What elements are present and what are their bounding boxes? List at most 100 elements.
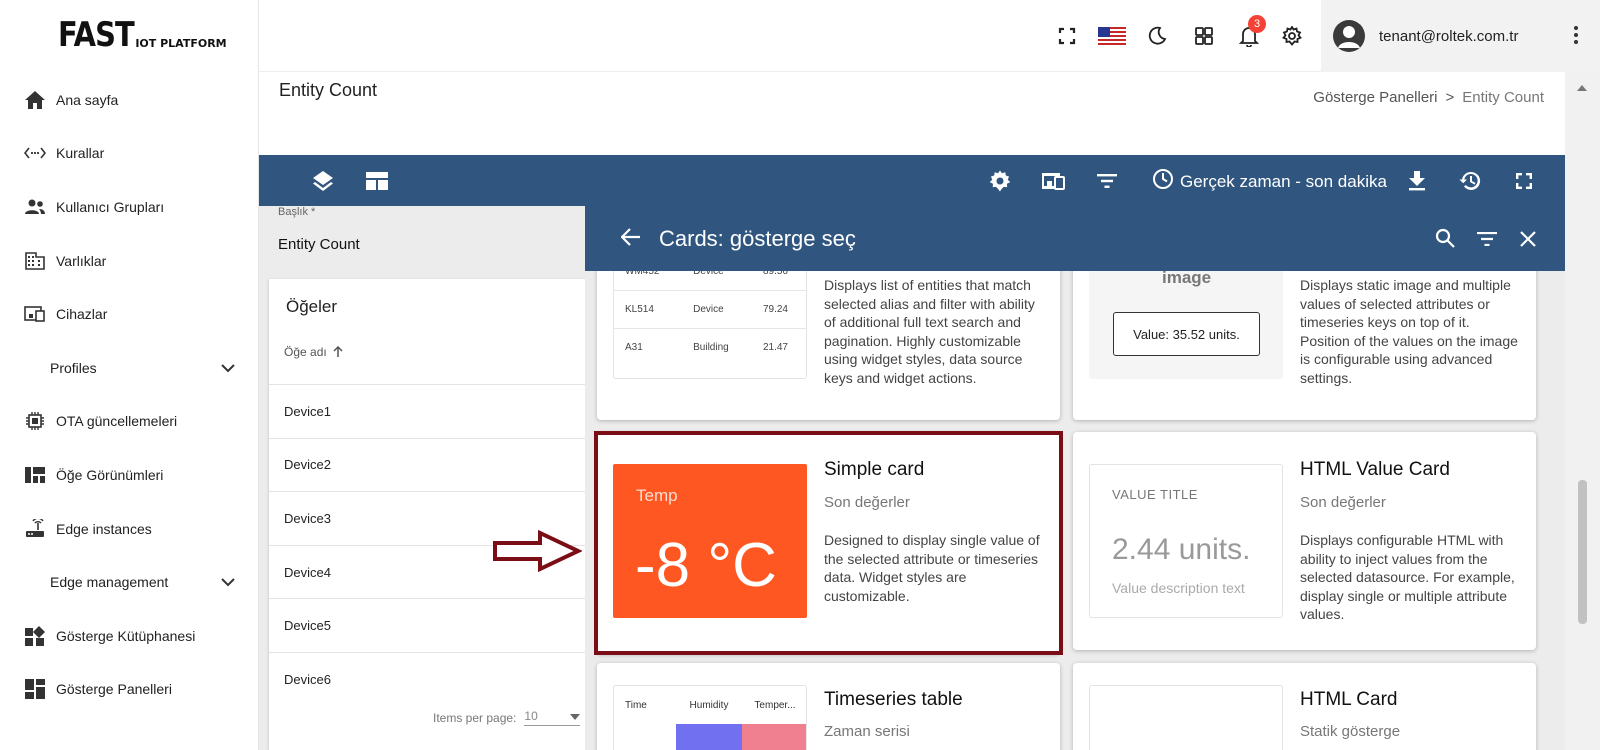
widget-description: Displays list of entities that match sel… [824,277,1035,386]
sidebar-item-edge-instances[interactable]: Edge instances [0,502,259,556]
sidebar-nav: Ana sayfa Kurallar Kullanıcı Grupları Va… [0,73,259,716]
dark-mode-icon[interactable] [1146,25,1168,47]
widget-edit-panel: Başlık * Entity Count Öğeler Öğe adı Dev… [259,206,585,750]
scrollbar-thumb[interactable] [1578,480,1587,624]
column-time: Time [625,699,647,711]
cell: Building [682,328,752,367]
layers-icon[interactable] [310,168,336,194]
sidebar-item-oge-gorunumleri[interactable]: Öğe Görünümleri [0,448,259,502]
html-card-widget[interactable]: HTML Card Statik gösterge [1073,663,1536,750]
column-header-name[interactable]: Öğe adı [284,345,343,359]
sidebar-item-label: Profiles [50,359,97,376]
logo-text: FAST [58,15,135,55]
cell: KL514 [614,290,683,329]
notification-badge: 3 [1248,15,1266,33]
html-card-preview [1089,685,1283,750]
entities-table-widget: Öğeler Öğe adı Device1 Device2 Device3 D… [269,279,585,750]
sidebar-item-label: Cihazlar [56,306,108,323]
column-humidity: Humidity [689,699,729,711]
selection-highlight [594,431,1063,655]
download-icon[interactable] [1404,168,1430,194]
user-menu[interactable]: tenant@roltek.com.tr [1321,0,1600,72]
paginator: Items per page: 10 [433,709,581,726]
sidebar-item-varliklar[interactable]: Varlıklar [0,234,259,288]
settings-icon[interactable] [987,168,1013,194]
code-arrows-icon [24,142,46,164]
breadcrumb-parent[interactable]: Gösterge Panelleri [1313,89,1437,106]
widget-title: Timeseries table [824,689,963,710]
cell: 21.47 [751,328,806,367]
title-field-input[interactable]: Entity Count [278,236,360,253]
scroll-up-icon[interactable] [1577,78,1587,96]
apps-grid-icon[interactable] [1193,25,1215,47]
table-row[interactable]: Device1 [269,384,585,438]
image-label: image [1162,268,1212,287]
building-icon [24,250,46,272]
layout-icon[interactable] [364,168,390,194]
filter-list-icon[interactable] [1477,231,1497,251]
page-scrollbar[interactable] [1565,72,1600,750]
sidebar-item-label: Varlıklar [56,252,107,269]
image-value-box: Value: 35.52 units. [1113,312,1260,356]
widget-title: HTML Value Card [1300,459,1450,480]
items-per-page-select[interactable]: 10 [524,709,581,726]
temperature-cell [742,724,806,750]
chip-icon [24,410,46,432]
settings-gear-icon[interactable] [1281,25,1303,47]
widget-subtitle: Statik gösterge [1300,723,1401,740]
notifications-icon[interactable]: 3 [1238,15,1266,47]
dashboard-toolbar: Gerçek zaman - son dakika [259,155,1565,206]
users-icon [24,196,46,218]
widget-subtitle: Zaman serisi [824,723,910,740]
html-value-card-widget[interactable]: VALUE TITLE 2.44 units. Value descriptio… [1073,432,1536,650]
logo-subtext: IOT PLATFORM [135,37,227,50]
dropdown-arrow-icon [570,709,581,723]
sidebar-item-kurallar[interactable]: Kurallar [0,127,259,181]
timewindow-selector[interactable]: Gerçek zaman - son dakika [1152,168,1387,195]
table-row[interactable]: Device5 [269,598,585,652]
picker-header: Cards: gösterge seç [585,206,1565,271]
preview-description: Value description text [1112,580,1245,596]
sidebar-item-ota[interactable]: OTA güncellemeleri [0,395,259,449]
fullscreen-toolbar-icon[interactable] [1511,168,1537,194]
table-row[interactable]: Device6 [269,651,585,706]
column-temperature: Temper... [754,699,796,711]
chevron-down-icon [221,360,235,376]
fullscreen-icon[interactable] [1056,25,1078,47]
timeseries-preview: Time Humidity Temper... [613,685,807,750]
page-title: Entity Count [279,80,378,100]
widget-description: Displays static image and multiple value… [1300,277,1518,386]
us-flag-icon[interactable] [1098,25,1126,47]
title-field-label: Başlık * [278,206,316,218]
sidebar-item-gosterge-kutuphanesi[interactable]: Gösterge Kütüphanesi [0,609,259,663]
html-value-preview: VALUE TITLE 2.44 units. Value descriptio… [1089,464,1283,618]
search-icon[interactable] [1435,228,1455,253]
sidebar-item-kullanici-gruplari[interactable]: Kullanıcı Grupları [0,180,259,234]
sidebar-item-cihazlar[interactable]: Cihazlar [0,287,259,341]
filter-icon[interactable] [1094,168,1120,194]
sidebar-item-label: Gösterge Kütüphanesi [56,627,196,644]
user-email: tenant@roltek.com.tr [1379,27,1519,45]
sidebar-item-ana-sayfa[interactable]: Ana sayfa [0,73,259,127]
back-arrow-icon[interactable] [620,228,641,251]
sidebar-group-edge-management[interactable]: Edge management [0,555,259,609]
items-per-page-label: Items per page: [433,710,517,725]
devices-toggle-icon[interactable] [1040,168,1066,194]
close-icon[interactable] [1520,231,1536,252]
timeseries-table-widget[interactable]: Time Humidity Temper... Timeseries table… [597,663,1060,750]
history-icon[interactable] [1457,168,1483,194]
sidebar-item-label: Edge instances [56,520,152,537]
sidebar-group-profiles[interactable]: Profiles [0,341,259,395]
sidebar-item-label: Öğe Görünümleri [56,466,164,483]
table-row[interactable]: Device2 [269,437,585,492]
preview-value: 2.44 units. [1112,533,1251,566]
logo[interactable]: FAST IOT PLATFORM [58,16,227,54]
picker-title: Cards: gösterge seç [659,226,856,251]
more-vert-icon[interactable] [1574,26,1578,47]
sidebar-item-label: OTA güncellemeleri [56,413,178,430]
widget-subtitle: Son değerler [1300,494,1386,511]
clock-icon [1152,168,1180,195]
widget-title: HTML Card [1300,689,1398,710]
chevron-down-icon [221,574,235,590]
sidebar-item-gosterge-panelleri[interactable]: Gösterge Panelleri [0,663,259,717]
